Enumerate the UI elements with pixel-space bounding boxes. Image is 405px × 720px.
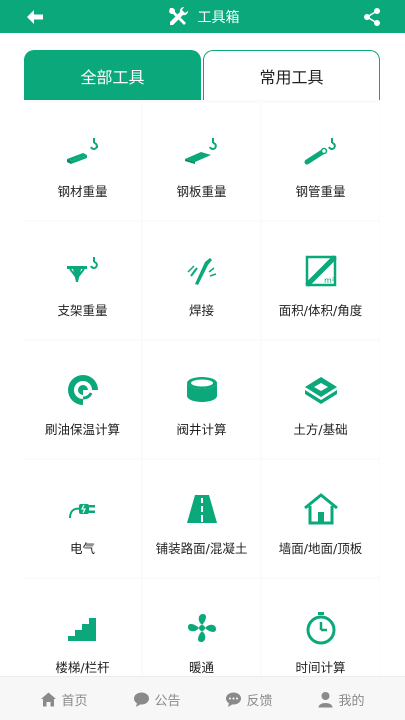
tool-paint-insulation[interactable]: 刷油保温计算 (24, 341, 141, 458)
bracket-hook-icon (66, 257, 98, 282)
electric-plug-icon (68, 504, 95, 519)
stopwatch-icon (306, 612, 335, 645)
bottom-nav: 首页 公告 反馈 我的 (0, 676, 405, 720)
nav-me[interactable]: 我的 (311, 677, 371, 720)
road-icon (186, 495, 217, 523)
tab-common-tools[interactable]: 常用工具 (203, 50, 380, 101)
svg-text:m²: m² (324, 276, 335, 285)
app-header: 工具箱 (0, 0, 405, 33)
tab-all-tools[interactable]: 全部工具 (24, 50, 201, 101)
measure-area-icon: m² (304, 255, 337, 287)
share-icon[interactable] (363, 7, 381, 27)
tool-label: 钢材重量 (57, 184, 108, 199)
tool-label: 暖通 (188, 660, 214, 675)
nav-home[interactable]: 首页 (34, 677, 94, 720)
tool-time-calc[interactable]: 时间计算 (262, 579, 379, 676)
feedback-icon (226, 692, 242, 707)
house-icon (303, 493, 338, 525)
steel-plate-hook-icon (184, 138, 217, 164)
nav-home-label: 首页 (61, 693, 88, 709)
nav-me-label: 我的 (338, 693, 365, 709)
tool-pipe-weight[interactable]: 钢管重量 (262, 103, 379, 220)
fan-icon (187, 614, 216, 642)
tool-tabs: 全部工具 常用工具 (24, 50, 380, 101)
tool-electric[interactable]: 电气 (24, 460, 141, 577)
steel-bar-hook-icon (66, 138, 98, 164)
chat-bubble-icon (134, 692, 150, 707)
tool-steel-weight[interactable]: 钢材重量 (24, 103, 141, 220)
tool-stairs-railing[interactable]: 楼梯/栏杆 (24, 579, 141, 676)
tool-label: 钢板重量 (176, 184, 227, 199)
nav-feedback[interactable]: 反馈 (219, 677, 279, 720)
tool-label: 时间计算 (295, 660, 346, 675)
stairs-icon (67, 618, 96, 641)
tool-plate-weight[interactable]: 钢板重量 (143, 103, 260, 220)
tool-area-volume-angle[interactable]: m² 面积/体积/角度 (262, 222, 379, 339)
tool-label: 焊接 (188, 303, 214, 318)
valve-well-icon (186, 377, 217, 402)
tools-grid: 钢材重量 钢板重量 钢管重量 支架重量 焊接 m² 面积/体积/角度 刷油保温计… (24, 100, 380, 676)
welding-icon (186, 258, 216, 285)
tool-label: 楼梯/栏杆 (55, 660, 110, 675)
tool-label: 铺装路面/混凝土 (155, 541, 248, 556)
tool-earthwork[interactable]: 土方/基础 (262, 341, 379, 458)
page-title: 工具箱 (197, 9, 240, 26)
earthwork-icon (304, 377, 337, 404)
tool-label: 墙面/地面/顶板 (278, 541, 363, 556)
tool-label: 支架重量 (57, 303, 108, 318)
tool-label: 面积/体积/角度 (278, 303, 363, 318)
tool-label: 刷油保温计算 (44, 422, 120, 437)
tool-bracket-weight[interactable]: 支架重量 (24, 222, 141, 339)
header-title-group: 工具箱 (0, 0, 405, 33)
nav-feedback-label: 反馈 (246, 693, 273, 709)
tool-paving-concrete[interactable]: 铺装路面/混凝土 (143, 460, 260, 577)
tool-label: 阀井计算 (176, 422, 227, 437)
tool-label: 电气 (69, 541, 95, 556)
tool-wall-floor-ceiling[interactable]: 墙面/地面/顶板 (262, 460, 379, 577)
steel-pipe-hook-icon (304, 138, 336, 165)
tools-icon (168, 6, 188, 25)
tool-label: 钢管重量 (295, 184, 346, 199)
home-icon (41, 692, 57, 706)
tool-welding[interactable]: 焊接 (143, 222, 260, 339)
tool-valve-well[interactable]: 阀井计算 (143, 341, 260, 458)
tool-hvac[interactable]: 暖通 (143, 579, 260, 676)
nav-announcements[interactable]: 公告 (127, 677, 187, 720)
paint-insulation-icon (67, 375, 102, 407)
nav-announcements-label: 公告 (154, 693, 181, 709)
user-icon (318, 691, 333, 707)
tool-label: 土方/基础 (293, 422, 348, 437)
